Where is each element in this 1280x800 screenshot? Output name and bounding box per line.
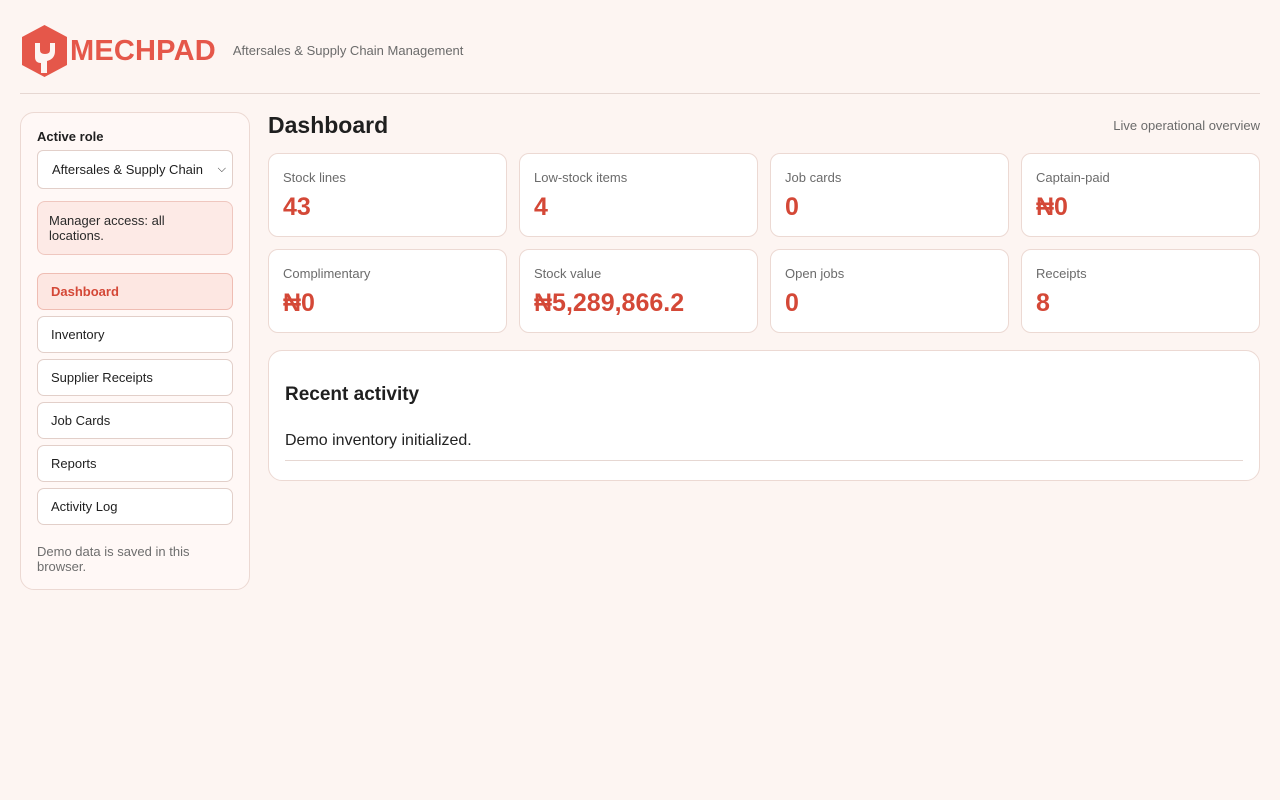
role-select-value: Aftersales & Supply Chain (52, 162, 204, 177)
stat-label: Open jobs (785, 266, 845, 281)
sidebar-nav: Dashboard Inventory Supplier Receipts Jo… (37, 273, 233, 525)
stat-label: Low-stock items (534, 170, 628, 185)
stat-label: Stock lines (283, 170, 346, 185)
stat-card-low-stock: Low-stock items 4 (519, 153, 758, 237)
nav-dashboard[interactable]: Dashboard (37, 273, 233, 310)
nav-reports[interactable]: Reports (37, 445, 233, 482)
stat-value: 4 (534, 193, 548, 221)
stat-card-stock-lines: Stock lines 43 (268, 153, 507, 237)
brand-logo[interactable]: MECHPAD (20, 20, 216, 82)
stat-card-captain-paid: Captain-paid ₦0 (1021, 153, 1260, 237)
stat-value: 0 (785, 289, 799, 317)
stat-label: Captain-paid (1036, 170, 1110, 185)
main-content: Dashboard Live operational overview Stoc… (268, 112, 1260, 481)
stat-value: 8 (1036, 289, 1050, 317)
page-subtitle: Live operational overview (1113, 117, 1260, 133)
role-select[interactable]: Aftersales & Supply Chain ⌵ (37, 150, 233, 189)
stat-value: ₦0 (1036, 193, 1068, 221)
stat-value: ₦5,289,866.2 (534, 289, 685, 317)
recent-activity-panel: Recent activity Demo inventory initializ… (268, 350, 1260, 481)
stat-card-stock-value: Stock value ₦5,289,866.2 (519, 249, 758, 333)
stat-card-job-cards: Job cards 0 (770, 153, 1009, 237)
page-title: Dashboard (268, 111, 389, 138)
activity-item: Demo inventory initialized. (285, 432, 1243, 461)
demo-data-note: Demo data is saved in this browser. (37, 544, 190, 574)
stat-card-open-jobs: Open jobs 0 (770, 249, 1009, 333)
stat-value: ₦0 (283, 289, 315, 317)
nav-activity-log[interactable]: Activity Log (37, 488, 233, 525)
nav-inventory[interactable]: Inventory (37, 316, 233, 353)
stat-card-complimentary: Complimentary ₦0 (268, 249, 507, 333)
stat-label: Stock value (534, 266, 602, 281)
chevron-down-icon: ⌵ (217, 163, 226, 175)
top-header: MECHPAD Aftersales & Supply Chain Manage… (20, 20, 1260, 94)
nav-job-cards[interactable]: Job Cards (37, 402, 233, 439)
stat-label: Complimentary (283, 266, 371, 281)
access-notice: Manager access: all locations. (37, 201, 233, 255)
nav-supplier-receipts[interactable]: Supplier Receipts (37, 359, 233, 396)
sidebar: Active role Aftersales & Supply Chain ⌵ … (20, 112, 250, 590)
wrench-logo-icon (22, 25, 67, 77)
app-subtitle: Aftersales & Supply Chain Management (232, 43, 464, 58)
stat-value: 43 (283, 193, 311, 221)
page-header: Dashboard Live operational overview (268, 112, 1260, 138)
stats-grid: Stock lines 43 Low-stock items 4 Job car… (268, 153, 1260, 333)
stat-card-receipts: Receipts 8 (1021, 249, 1260, 333)
stat-value: 0 (785, 193, 799, 221)
active-role-label: Active role (37, 129, 104, 144)
stat-label: Receipts (1036, 266, 1087, 281)
recent-activity-title: Recent activity (285, 384, 420, 405)
brand-name: MECHPAD (70, 34, 216, 67)
stat-label: Job cards (785, 170, 842, 185)
